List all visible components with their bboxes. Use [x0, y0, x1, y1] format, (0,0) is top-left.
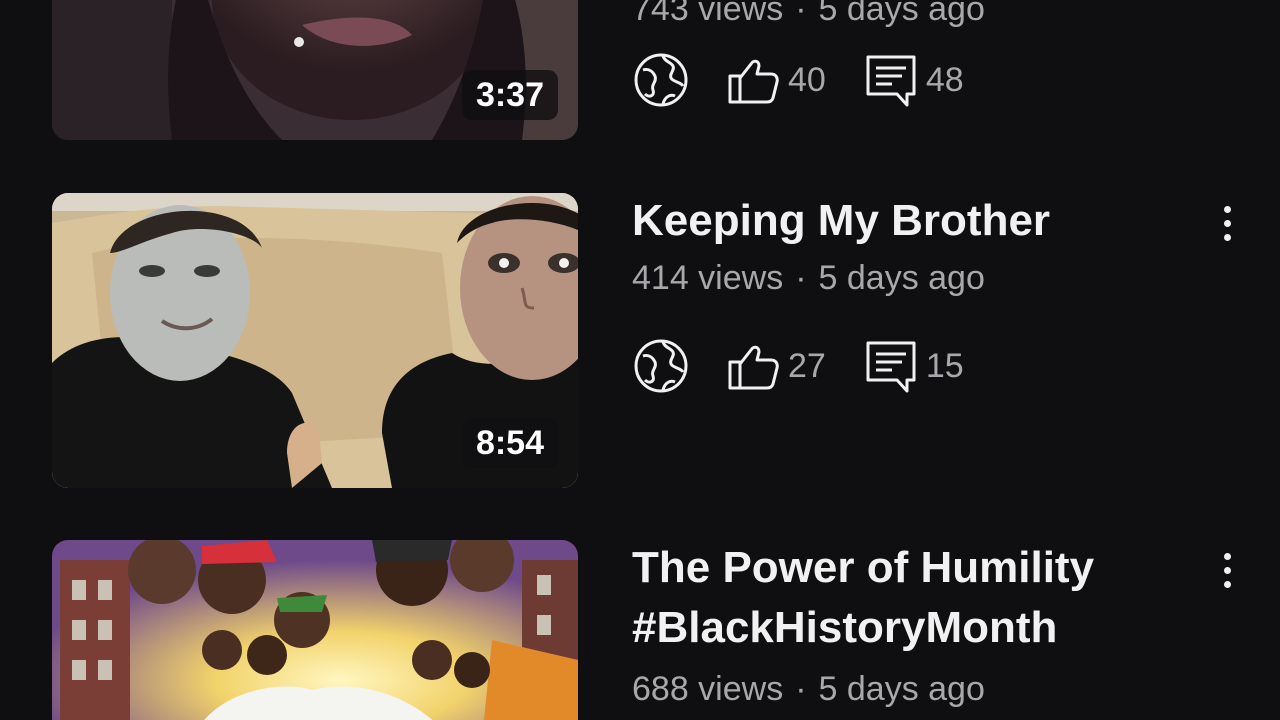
thumbnail-image — [52, 540, 578, 720]
video-title-line: #BlackHistoryMonth — [632, 603, 1058, 652]
upload-age: 5 days ago — [818, 670, 985, 708]
thumbs-up-icon[interactable] — [724, 337, 782, 395]
comment-count: 48 — [925, 60, 964, 99]
video-thumbnail[interactable] — [52, 540, 578, 720]
comment-icon[interactable] — [862, 337, 920, 395]
video-duration: 3:37 — [461, 70, 558, 120]
globe-icon — [632, 337, 690, 395]
video-title[interactable]: Keeping My Brother — [632, 191, 1280, 251]
video-meta: Keeping My Brother 414 views · 5 days ago — [632, 191, 1280, 301]
globe-icon — [632, 51, 690, 109]
video-title-line: The Power of Humility — [632, 543, 1095, 592]
upload-age: 5 days ago — [818, 0, 985, 28]
view-count: 414 views — [632, 259, 784, 297]
meta-separator: · — [795, 670, 807, 708]
comment-icon[interactable] — [862, 51, 920, 109]
comment-count: 15 — [925, 346, 964, 385]
thumbs-up-icon[interactable] — [724, 51, 782, 109]
more-vertical-icon[interactable] — [1212, 545, 1242, 595]
view-count: 743 views — [632, 0, 784, 28]
like-count: 27 — [788, 346, 826, 385]
video-stats: 27 15 — [632, 336, 964, 396]
video-thumbnail[interactable]: 3:37 — [52, 0, 578, 140]
meta-separator: · — [795, 0, 807, 28]
meta-separator: · — [795, 259, 807, 297]
view-count: 688 views — [632, 670, 784, 708]
video-title[interactable]: The Power of Humility #BlackHistoryMonth — [632, 538, 1280, 658]
like-count: 40 — [788, 60, 826, 99]
video-list-screen: 3:37 743 views · 5 days ago 40 48 8:54 K… — [0, 0, 1280, 720]
video-meta: 743 views · 5 days ago — [632, 0, 1280, 32]
video-thumbnail[interactable]: 8:54 — [52, 193, 578, 488]
video-meta: The Power of Humility #BlackHistoryMonth… — [632, 538, 1280, 712]
video-duration: 8:54 — [461, 418, 558, 468]
more-vertical-icon[interactable] — [1212, 198, 1242, 248]
upload-age: 5 days ago — [818, 259, 985, 297]
video-stats: 40 48 — [632, 50, 964, 110]
